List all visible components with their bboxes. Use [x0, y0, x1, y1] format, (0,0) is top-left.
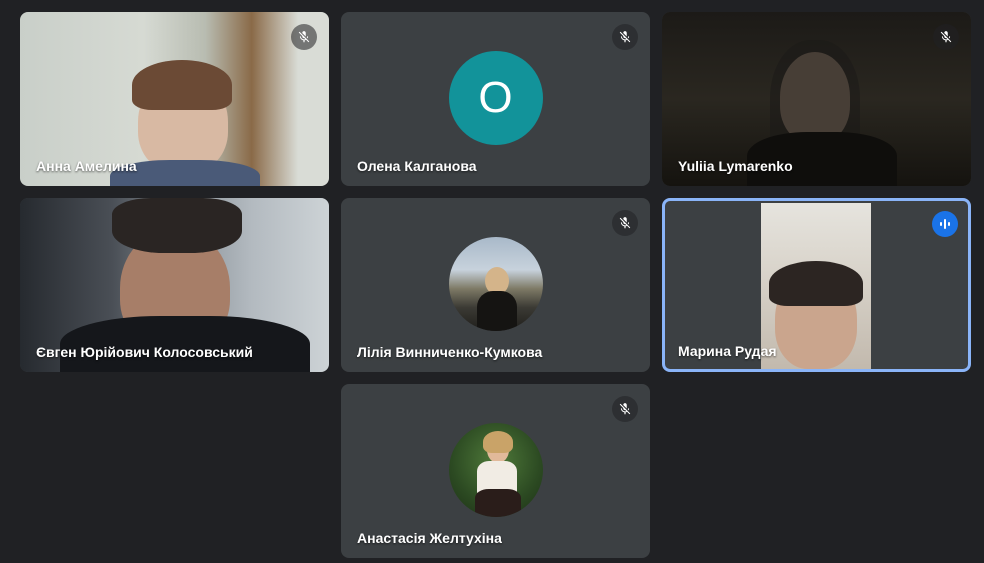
participant-name: Yuliia Lymarenko — [678, 158, 793, 174]
mic-off-icon — [612, 24, 638, 50]
participant-video — [761, 203, 871, 369]
participant-tile[interactable]: Анна Амелина — [20, 12, 329, 186]
avatar — [448, 423, 543, 517]
participant-name: Лілія Винниченко-Кумкова — [357, 344, 543, 360]
participant-tile[interactable]: Євген Юрійович Колосовський — [20, 198, 329, 372]
mic-off-icon — [291, 24, 317, 50]
participant-name: Євген Юрійович Колосовський — [36, 344, 253, 360]
participant-tile[interactable]: Лілія Винниченко-Кумкова — [341, 198, 650, 372]
mic-off-icon — [933, 24, 959, 50]
audio-level-icon — [932, 211, 958, 237]
avatar-initial: O — [478, 73, 513, 122]
participant-tile[interactable]: O Олена Калганова — [341, 12, 650, 186]
mic-off-icon — [612, 396, 638, 422]
participant-name: Марина Рудая — [678, 343, 777, 359]
participant-tile[interactable]: Анастасія Желтухіна — [341, 384, 650, 558]
participant-name: Анастасія Желтухіна — [357, 530, 502, 546]
participant-tile-active-speaker[interactable]: Марина Рудая — [662, 198, 971, 372]
mic-off-icon — [612, 210, 638, 236]
participant-name: Олена Калганова — [357, 158, 477, 174]
avatar: O — [448, 51, 543, 145]
avatar — [448, 237, 543, 331]
participant-tile[interactable]: Yuliia Lymarenko — [662, 12, 971, 186]
participant-name: Анна Амелина — [36, 158, 137, 174]
